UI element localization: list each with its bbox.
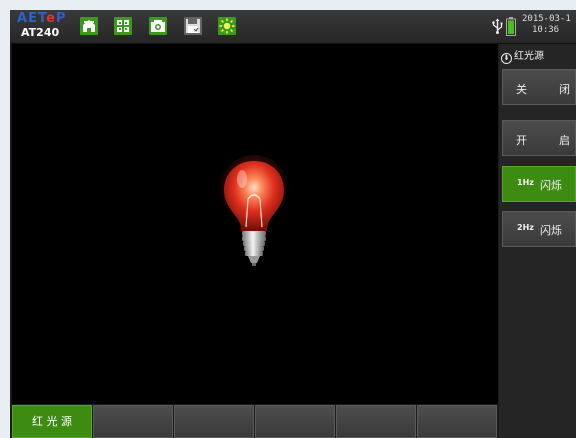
brightness-icon[interactable] [218,17,236,35]
softkey-3[interactable] [174,405,254,438]
flash-2hz-button[interactable]: 2Hz 闪烁 [502,211,576,247]
brand-logo: AETeP AT240 [15,11,73,41]
softkey-red-light-source[interactable]: 红 光 源 [12,405,92,438]
close-label-1: 关 [516,83,527,96]
fullscreen-icon[interactable] [114,17,132,35]
arrow-down-circle-icon: ⬇ [501,53,512,64]
softkey-bar: 红 光 源 [12,405,498,438]
flash-2hz-label: 闪烁 [540,224,562,237]
flash-2hz-rate: 2Hz [517,223,534,232]
panel-title: ⬇ 红光源 [501,47,544,64]
model-label: AT240 [21,26,60,39]
battery-icon [506,17,516,40]
softkey-4[interactable] [255,405,335,438]
device-screen: AETeP AT240 2015-03-1 10:36 ⬇ 红光源 关 闭 开 … [10,10,576,438]
home-icon[interactable] [80,17,98,35]
brand-name: AETeP [17,11,67,26]
save-icon[interactable] [184,17,202,35]
light-bulb-icon [218,155,290,271]
flash-1hz-button[interactable]: 1Hz 闪烁 [502,166,576,202]
flash-1hz-rate: 1Hz [517,178,534,187]
time-text: 10:36 [532,25,560,35]
right-menu-panel: ⬇ 红光源 关 闭 开 启 1Hz 闪烁 2Hz 闪烁 [499,44,576,438]
usb-icon [492,18,503,38]
softkey-2[interactable] [93,405,173,438]
open-button[interactable]: 开 启 [502,120,576,156]
datetime: 2015-03-1 10:36 [522,14,576,36]
close-button[interactable]: 关 闭 [502,69,576,105]
close-label-2: 闭 [559,83,570,96]
top-toolbar: AETeP AT240 2015-03-1 10:36 [10,10,576,44]
display-area [12,44,498,404]
open-label-2: 启 [559,134,570,147]
panel-title-text: 红光源 [514,51,544,62]
flash-1hz-label: 闪烁 [540,179,562,192]
softkey-5[interactable] [336,405,416,438]
date-text: 2015-03-1 [522,14,571,24]
camera-icon[interactable] [149,17,167,35]
softkey-6[interactable] [417,405,497,438]
open-label-1: 开 [516,134,527,147]
